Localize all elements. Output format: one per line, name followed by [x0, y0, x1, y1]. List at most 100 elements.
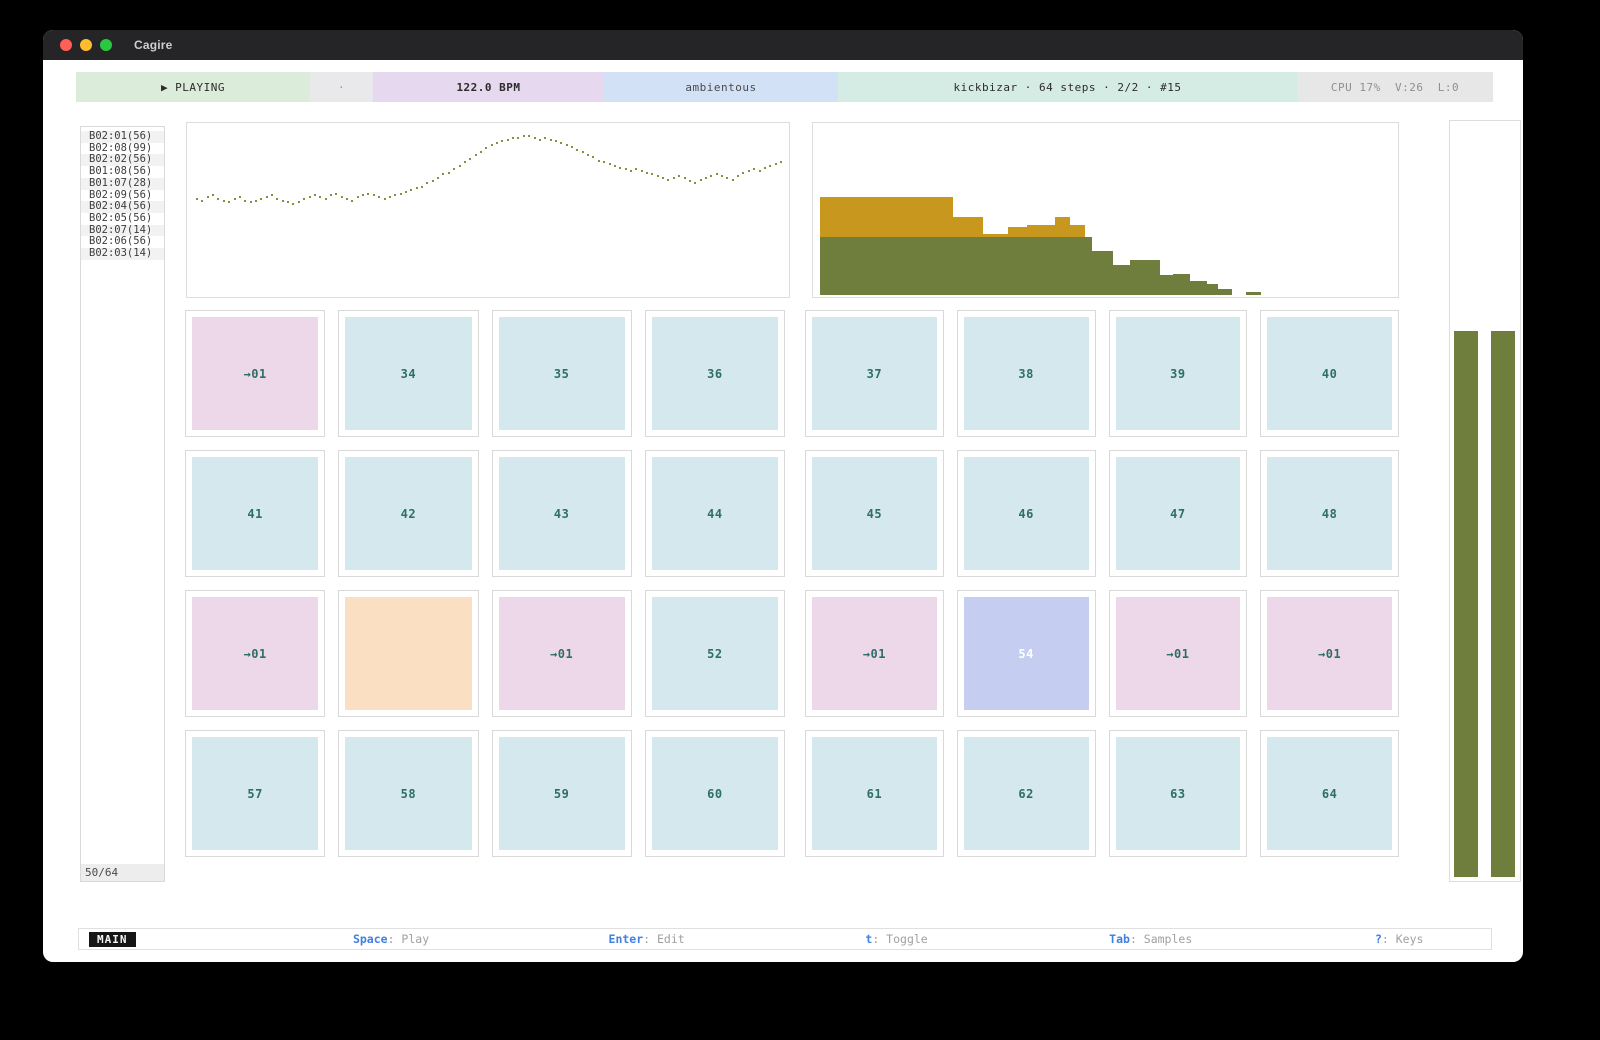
- grid-cell-42[interactable]: 42: [338, 450, 478, 577]
- waveform-dot: [619, 167, 621, 169]
- grid-cell-60[interactable]: 60: [645, 730, 785, 857]
- grid-cell-label: 52: [652, 597, 778, 710]
- histogram-bar-green: [1085, 237, 1092, 295]
- sample-list-item[interactable]: B02:05(56): [81, 213, 164, 225]
- histogram-bar-green: [1130, 260, 1160, 295]
- waveform-dot: [775, 163, 777, 165]
- histogram-bar-green: [1218, 289, 1232, 295]
- histogram-bar-green: [1160, 275, 1173, 295]
- grid-cell-label: →01: [499, 597, 625, 710]
- grid-cell-label: 54: [964, 597, 1089, 710]
- close-window-button[interactable]: [60, 39, 72, 51]
- waveform-dot: [432, 180, 434, 182]
- waveform-dot: [646, 172, 648, 174]
- grid-cell-label: →01: [192, 317, 318, 430]
- grid-cell-34[interactable]: 34: [338, 310, 478, 437]
- waveform-dot: [705, 177, 707, 179]
- grid-cell-45[interactable]: 45: [805, 450, 944, 577]
- level-meter-left: [1454, 331, 1478, 877]
- grid-cell-51[interactable]: →01: [492, 590, 632, 717]
- grid-cell-38[interactable]: 38: [957, 310, 1096, 437]
- grid-cell-35[interactable]: 35: [492, 310, 632, 437]
- grid-cell-61[interactable]: 61: [805, 730, 944, 857]
- waveform-dot: [410, 189, 412, 191]
- grid-cell-59[interactable]: 59: [492, 730, 632, 857]
- waveform-dot: [732, 179, 734, 181]
- waveform-dot: [507, 139, 509, 141]
- waveform-dot: [196, 198, 198, 200]
- grid-cell-48[interactable]: 48: [1260, 450, 1399, 577]
- app-window: Cagire ▶ PLAYING·122.0 BPMambientouskick…: [43, 30, 1523, 962]
- waveform-dot: [421, 186, 423, 188]
- grid-cell-63[interactable]: 63: [1109, 730, 1248, 857]
- grid-cell-50[interactable]: [338, 590, 478, 717]
- grid-cell-33[interactable]: →01: [185, 310, 325, 437]
- waveform-dot: [491, 144, 493, 146]
- grid-cell-37[interactable]: 37: [805, 310, 944, 437]
- grid-cell-36[interactable]: 36: [645, 310, 785, 437]
- histogram-bar-gold: [983, 234, 1008, 237]
- level-meter-panel: [1449, 120, 1521, 882]
- grid-cell-53[interactable]: →01: [805, 590, 944, 717]
- grid-cell-label: 63: [1116, 737, 1241, 850]
- waveform-panel: [186, 122, 790, 298]
- grid-cell-43[interactable]: 43: [492, 450, 632, 577]
- grid-cell-44[interactable]: 44: [645, 450, 785, 577]
- waveform-dot: [657, 175, 659, 177]
- minimize-window-button[interactable]: [80, 39, 92, 51]
- waveform-dot: [603, 161, 605, 163]
- waveform-dot: [485, 147, 487, 149]
- waveform-dot: [217, 198, 219, 200]
- grid-cell-49[interactable]: →01: [185, 590, 325, 717]
- window-title: Cagire: [134, 38, 173, 52]
- waveform-dot: [469, 158, 471, 160]
- grid-cell-46[interactable]: 46: [957, 450, 1096, 577]
- waveform-dot: [335, 193, 337, 195]
- waveform-dot: [512, 137, 514, 139]
- grid-cell-label: 36: [652, 317, 778, 430]
- waveform-dot: [400, 193, 402, 195]
- sample-list-item[interactable]: B02:01(56): [81, 131, 164, 143]
- traffic-lights: [43, 39, 112, 51]
- grid-cell-39[interactable]: 39: [1109, 310, 1248, 437]
- waveform-dot: [367, 193, 369, 195]
- grid-cell-57[interactable]: 57: [185, 730, 325, 857]
- sample-list-item[interactable]: B01:07(28): [81, 178, 164, 190]
- grid-cell-52[interactable]: 52: [645, 590, 785, 717]
- histogram-bar-green: [1113, 265, 1130, 295]
- maximize-window-button[interactable]: [100, 39, 112, 51]
- waveform-dot: [678, 175, 680, 177]
- waveform-dot: [742, 172, 744, 174]
- grid-cell-40[interactable]: 40: [1260, 310, 1399, 437]
- grid-cell-label: 41: [192, 457, 318, 570]
- grid-cell-41[interactable]: 41: [185, 450, 325, 577]
- histogram-bar-gold: [953, 217, 983, 237]
- grid-cell-64[interactable]: 64: [1260, 730, 1399, 857]
- waveform-dot: [592, 156, 594, 158]
- grid-cell-54[interactable]: 54: [957, 590, 1096, 717]
- waveform-dot: [576, 149, 578, 151]
- grid-cell-label: 35: [499, 317, 625, 430]
- waveform-dot: [426, 182, 428, 184]
- grid-cell-56[interactable]: →01: [1260, 590, 1399, 717]
- grid-cell-label: 58: [345, 737, 471, 850]
- grid-cell-58[interactable]: 58: [338, 730, 478, 857]
- waveform-dot: [373, 194, 375, 196]
- waveform-dot: [362, 194, 364, 196]
- key-hint-samples: Tab: Samples: [1109, 932, 1192, 946]
- waveform-dot: [351, 200, 353, 202]
- pattern-info: kickbizar · 64 steps · 2/2 · #15: [838, 72, 1297, 102]
- sample-list-item[interactable]: B02:03(14): [81, 248, 164, 260]
- waveform-dot: [501, 140, 503, 142]
- waveform-dot: [721, 175, 723, 177]
- waveform-dot: [448, 172, 450, 174]
- waveform-dot: [244, 200, 246, 202]
- grid-cell-label: 38: [964, 317, 1089, 430]
- grid-cell-55[interactable]: →01: [1109, 590, 1248, 717]
- bpm-display: 122.0 BPM: [373, 72, 604, 102]
- grid-cell-62[interactable]: 62: [957, 730, 1096, 857]
- waveform-dot: [212, 194, 214, 196]
- grid-cell-47[interactable]: 47: [1109, 450, 1248, 577]
- histogram-bar-gold: [1008, 227, 1027, 237]
- key-hints-bar: MAIN Space: PlayEnter: Editt: ToggleTab:…: [78, 928, 1492, 950]
